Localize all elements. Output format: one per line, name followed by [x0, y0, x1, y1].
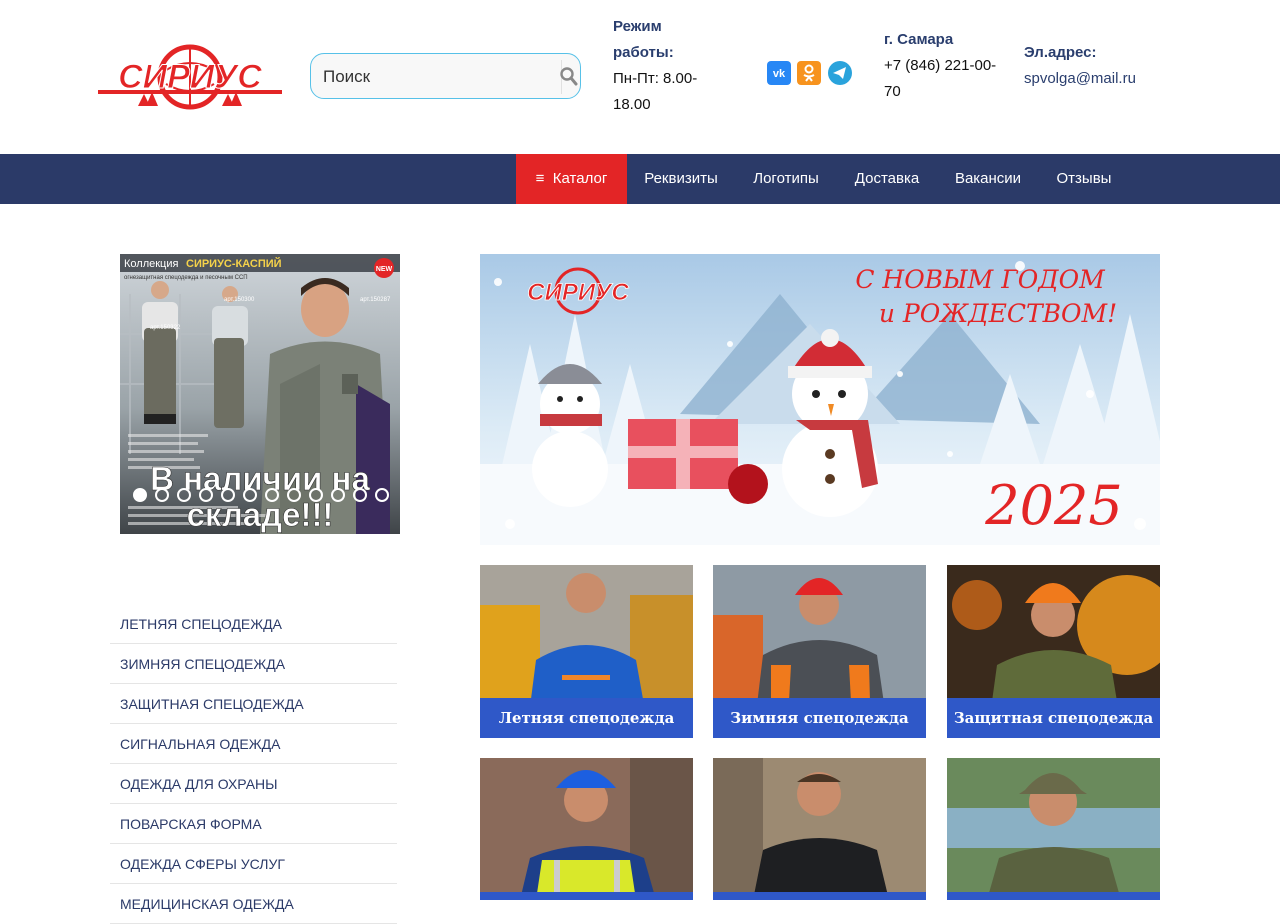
promo-article-1: арт.150322 — [150, 325, 181, 331]
tile-protective-caption: Защитная спецодежда — [947, 698, 1160, 738]
contact-phone: г. Самара +7 (846) 221-00- 70 — [884, 27, 1009, 105]
promo-collection-name: СИРИУС-КАСПИЙ — [186, 257, 282, 270]
promo-new-badge: NEW — [376, 266, 393, 273]
category-item-winter[interactable]: ЗИМНЯЯ СПЕЦОДЕЖДА — [110, 644, 397, 684]
phone-line-1[interactable]: +7 (846) 221-00- — [884, 53, 1009, 79]
promo-article-3: арт.150287 — [360, 297, 391, 303]
banner-image: СИРИУС С НОВЫМ ГОДОМ и РОЖДЕСТВОМ! 2025 — [480, 254, 1160, 545]
banner-greeting-1: С НОВЫМ ГОДОМ — [855, 265, 1106, 294]
svg-text:vk: vk — [773, 68, 786, 80]
slider-dot[interactable] — [133, 488, 147, 502]
hours-title-2: работы: — [613, 44, 674, 61]
telegram-icon[interactable] — [827, 61, 852, 85]
tile-winter-caption: Зимняя спецодежда — [713, 698, 926, 738]
promo-collection-label: Коллекция — [124, 258, 178, 270]
category-item-service[interactable]: ОДЕЖДА СФЕРЫ УСЛУГ — [110, 844, 397, 884]
category-item-medical[interactable]: МЕДИЦИНСКАЯ ОДЕЖДА — [110, 884, 397, 924]
category-item-signal[interactable]: СИГНАЛЬНАЯ ОДЕЖДА — [110, 724, 397, 764]
tile-winter[interactable]: Зимняя спецодежда — [713, 565, 926, 738]
odnoklassniki-icon[interactable] — [797, 61, 822, 85]
nav-item-delivery[interactable]: Доставка — [847, 154, 927, 204]
promo-collection-sub: огнезащитная спецодежда и песочным ССП — [124, 275, 248, 281]
category-item-summer[interactable]: ЛЕТНЯЯ СПЕЦОДЕЖДА — [110, 604, 397, 644]
tile-protective[interactable]: Защитная спецодежда — [947, 565, 1160, 738]
tile-hunting-image — [947, 758, 1160, 900]
tile-signal[interactable] — [480, 758, 693, 900]
site-header: СИРИУС Режим работы: Пн-Пт: 8.00- 18.00 … — [0, 0, 1280, 154]
category-item-protective[interactable]: ЗАЩИТНАЯ СПЕЦОДЕЖДА — [110, 684, 397, 724]
tile-summer[interactable]: Летняя спецодежда — [480, 565, 693, 738]
nav-catalog-label: Каталог — [552, 170, 608, 187]
search-input[interactable] — [321, 62, 555, 92]
vk-icon[interactable]: vk — [767, 61, 791, 85]
promo-headline-2: складе!!! — [187, 496, 334, 533]
nav-item-reviews[interactable]: Отзывы — [1049, 154, 1119, 204]
hours-value-2: 18.00 — [613, 96, 651, 113]
logo-graphic: СИРИУС — [98, 44, 282, 110]
nav-item-vacancies[interactable]: Вакансии — [947, 154, 1029, 204]
search-box — [310, 53, 581, 99]
banner-greeting-2: и РОЖДЕСТВОМ! — [879, 299, 1117, 328]
hours-value-1: Пн-Пт: 8.00- — [613, 70, 698, 87]
nav-catalog[interactable]: ≡ Каталог — [516, 154, 627, 204]
banner-logo: СИРИУС — [527, 279, 629, 306]
email-title: Эл.адрес: — [1024, 44, 1097, 61]
menu-icon: ≡ — [535, 170, 545, 187]
nav-item-requisites[interactable]: Реквизиты — [637, 154, 725, 204]
category-item-chef[interactable]: ПОВАРСКАЯ ФОРМА — [110, 804, 397, 844]
promo-slider[interactable]: Коллекция СИРИУС-КАСПИЙ огнезащитная спе… — [120, 254, 400, 534]
tile-summer-caption: Летняя спецодежда — [480, 698, 693, 738]
site-logo[interactable]: СИРИУС — [98, 44, 282, 110]
promo-image: Коллекция СИРИУС-КАСПИЙ огнезащитная спе… — [120, 254, 400, 534]
tile-hunting[interactable] — [947, 758, 1160, 900]
email-link[interactable]: spvolga@mail.ru — [1024, 70, 1136, 87]
nav-item-logos[interactable]: Логотипы — [745, 154, 827, 204]
promo-article-2: арт.150300 — [224, 297, 255, 303]
tile-security[interactable] — [713, 758, 926, 900]
working-hours: Режим работы: Пн-Пт: 8.00- 18.00 — [613, 14, 723, 118]
banner-year: 2025 — [984, 474, 1122, 537]
logo-text: СИРИУС — [118, 58, 262, 96]
category-list: ЛЕТНЯЯ СПЕЦОДЕЖДА ЗИМНЯЯ СПЕЦОДЕЖДА ЗАЩИ… — [110, 604, 397, 924]
tile-security-image — [713, 758, 926, 900]
hero-banner[interactable]: СИРИУС С НОВЫМ ГОДОМ и РОЖДЕСТВОМ! 2025 — [480, 254, 1160, 545]
contact-email: Эл.адрес: spvolga@mail.ru — [1024, 40, 1164, 92]
social-links: vk — [767, 61, 854, 85]
phone-line-2[interactable]: 70 — [884, 79, 1009, 105]
main-nav: ≡ Каталог Реквизиты Логотипы Доставка Ва… — [0, 154, 1280, 204]
promo-headline-1: В наличии на — [150, 460, 370, 497]
category-item-security[interactable]: ОДЕЖДА ДЛЯ ОХРАНЫ — [110, 764, 397, 804]
search-icon[interactable] — [560, 66, 578, 86]
city-title: г. Самара — [884, 31, 954, 48]
hours-title-1: Режим — [613, 18, 662, 35]
tile-signal-image — [480, 758, 693, 900]
